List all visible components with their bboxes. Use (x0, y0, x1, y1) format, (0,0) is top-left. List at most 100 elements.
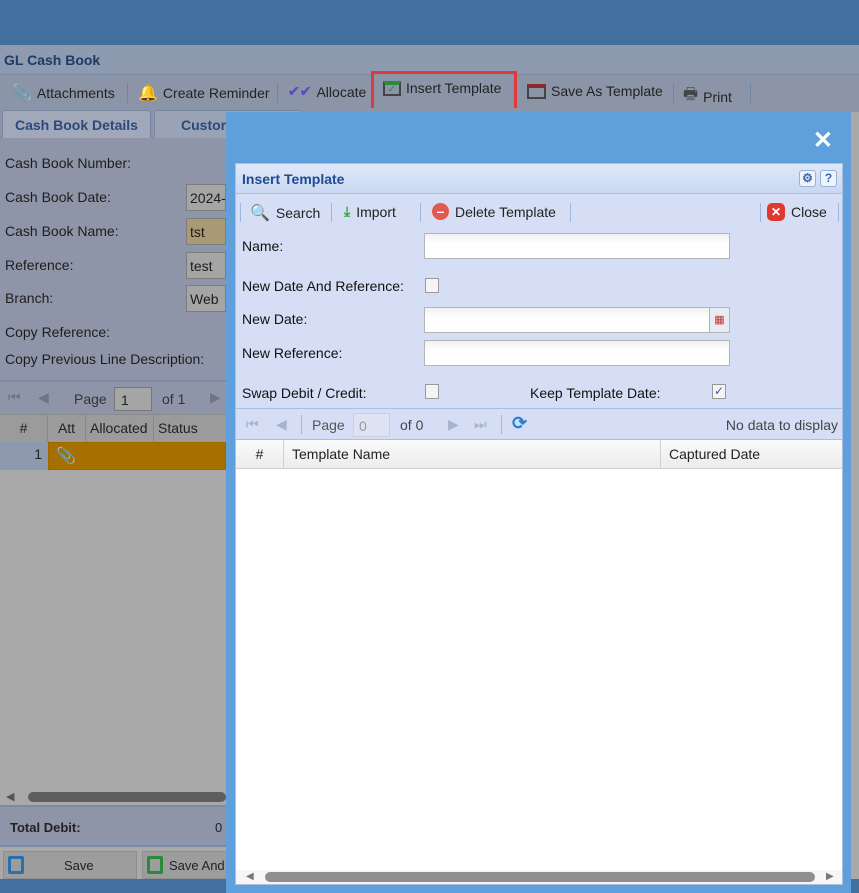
panel-header: Insert Template ⚙ ? (236, 164, 842, 194)
panel-title: Insert Template (242, 171, 345, 187)
total-debit-label: Total Debit: (10, 820, 81, 835)
cash-book-name-label: Cash Book Name: (5, 223, 119, 239)
swap-debit-credit-checkbox[interactable] (425, 384, 439, 399)
page-count: of 0 (400, 417, 424, 433)
toolbar-separator (127, 83, 128, 103)
new-reference-label: New Reference: (242, 345, 343, 361)
search-button[interactable]: 🔍 Search (250, 203, 320, 223)
new-date-input[interactable] (424, 307, 730, 333)
grid-header: # Att Allocated Status (0, 414, 226, 443)
print-button[interactable]: 🖶 Print (683, 83, 732, 110)
grid-pager: ⏮ ◀ Page 1 of 1 ▶ (0, 380, 226, 414)
search-icon: 🔍 (250, 205, 270, 222)
refresh-icon[interactable]: ⟳ (512, 413, 527, 434)
grid-body (0, 470, 226, 790)
keep-template-date-label: Keep Template Date: (530, 385, 661, 401)
close-button[interactable]: ✕ Close (767, 203, 827, 221)
copy-prev-line-label: Copy Previous Line Description: (5, 351, 205, 367)
reference-input[interactable]: test (186, 252, 226, 279)
table-row[interactable]: 1 📎 (0, 442, 226, 470)
page-label: Page (74, 391, 107, 407)
branch-select[interactable]: Web (186, 285, 226, 312)
delete-template-button[interactable]: – Delete Template (432, 203, 556, 220)
next-page-icon[interactable]: ▶ (210, 389, 221, 406)
import-button[interactable]: ⤓ Import (344, 203, 396, 220)
insert-template-panel: Insert Template ⚙ ? 🔍 Search ⤓ Import – Del… (235, 163, 843, 885)
column-header-template-name[interactable]: Template Name (284, 440, 661, 468)
help-icon[interactable]: ? (820, 170, 837, 187)
close-circle-icon: ✕ (767, 203, 785, 221)
template-grid-scrollbar[interactable]: ◀ ▶ (236, 870, 842, 884)
bell-icon: 🔔 (138, 85, 158, 102)
pager-status: No data to display (725, 417, 838, 433)
toolbar-separator (750, 83, 751, 103)
floppy-icon (147, 856, 163, 874)
cash-book-number-label: Cash Book Number: (5, 155, 132, 171)
toolbar-separator (838, 203, 839, 222)
insert-template-button[interactable]: ✓ Insert Template (371, 71, 517, 112)
column-header-att[interactable]: Att (48, 415, 86, 443)
app-header-band (0, 0, 859, 45)
page-count: of 1 (162, 391, 186, 407)
cash-book-form: Cash Book Number: Cash Book Date: 2024- … (0, 138, 226, 380)
copy-reference-label: Copy Reference: (5, 324, 111, 340)
tab-cash-book-details[interactable]: Cash Book Details (2, 110, 151, 138)
toolbar-separator (277, 83, 278, 103)
column-header-status[interactable]: Status (154, 415, 226, 443)
cash-book-name-input[interactable]: tst (186, 218, 226, 245)
last-page-icon[interactable]: ⏭ (474, 416, 487, 433)
printer-icon: 🖶 (683, 86, 699, 103)
prev-page-icon[interactable]: ◀ (276, 416, 287, 433)
download-icon: ⤓ (344, 203, 351, 219)
close-icon[interactable]: ✕ (813, 126, 833, 155)
row-number: 1 (0, 442, 48, 470)
save-template-icon (527, 83, 546, 99)
settings-icon[interactable]: ⚙ (799, 170, 816, 187)
keep-template-date-checkbox[interactable]: ✓ (712, 384, 726, 399)
scrollbar-thumb[interactable] (265, 872, 815, 882)
column-header-number[interactable]: # (0, 415, 48, 443)
attachments-button[interactable]: 📎 Attachments (12, 83, 115, 103)
save-button[interactable]: Save (3, 851, 137, 879)
double-check-icon: ✔✔ (288, 83, 312, 99)
toolbar-separator (301, 415, 302, 434)
scrollbar-thumb[interactable] (28, 792, 226, 802)
column-header-number[interactable]: # (236, 440, 284, 468)
new-date-ref-checkbox[interactable] (425, 278, 439, 293)
swap-debit-credit-label: Swap Debit / Credit: (242, 385, 367, 401)
toolbar-separator (760, 203, 761, 222)
page-input[interactable]: 1 (114, 387, 152, 411)
name-input[interactable] (424, 233, 730, 259)
new-reference-input[interactable] (424, 340, 730, 366)
reference-label: Reference: (5, 257, 74, 273)
first-page-icon[interactable]: ⏮ (246, 416, 259, 433)
page-input[interactable]: 0 (353, 413, 390, 437)
background-edge (851, 112, 859, 879)
next-page-icon[interactable]: ▶ (448, 416, 459, 433)
insert-template-icon: ✓ (383, 80, 401, 96)
calendar-icon[interactable]: ▦ (709, 307, 730, 333)
create-reminder-button[interactable]: 🔔 Create Reminder (138, 83, 270, 103)
save-as-template-button[interactable]: Save As Template (527, 83, 663, 99)
template-grid-header: # Template Name Captured Date (236, 440, 842, 469)
prev-page-icon[interactable]: ◀ (38, 389, 49, 406)
delete-icon: – (432, 203, 449, 220)
total-debit-value: 0 (215, 820, 223, 835)
allocate-button[interactable]: ✔✔ Allocate (288, 83, 366, 100)
template-grid-pager: ⏮ ◀ Page 0 of 0 ▶ ⏭ ⟳ No data to display (236, 408, 842, 440)
first-page-icon[interactable]: ⏮ (8, 389, 21, 406)
totals-bar: Total Debit: 0 (0, 805, 226, 847)
page-label: Page (312, 417, 345, 433)
save-and-button[interactable]: Save And (142, 851, 232, 879)
grid-scrollbar[interactable]: ◀ (0, 790, 226, 804)
toolbar-separator (331, 203, 332, 222)
toolbar-separator (570, 203, 571, 222)
paperclip-icon[interactable]: 📎 (56, 446, 76, 466)
cash-book-date-input[interactable]: 2024- (186, 184, 226, 211)
toolbar-separator (420, 203, 421, 222)
column-header-allocated[interactable]: Allocated (86, 415, 154, 443)
new-date-label: New Date: (242, 311, 308, 327)
template-grid-body (236, 469, 842, 884)
column-header-captured-date[interactable]: Captured Date (661, 440, 842, 468)
cash-book-date-label: Cash Book Date: (5, 189, 111, 205)
